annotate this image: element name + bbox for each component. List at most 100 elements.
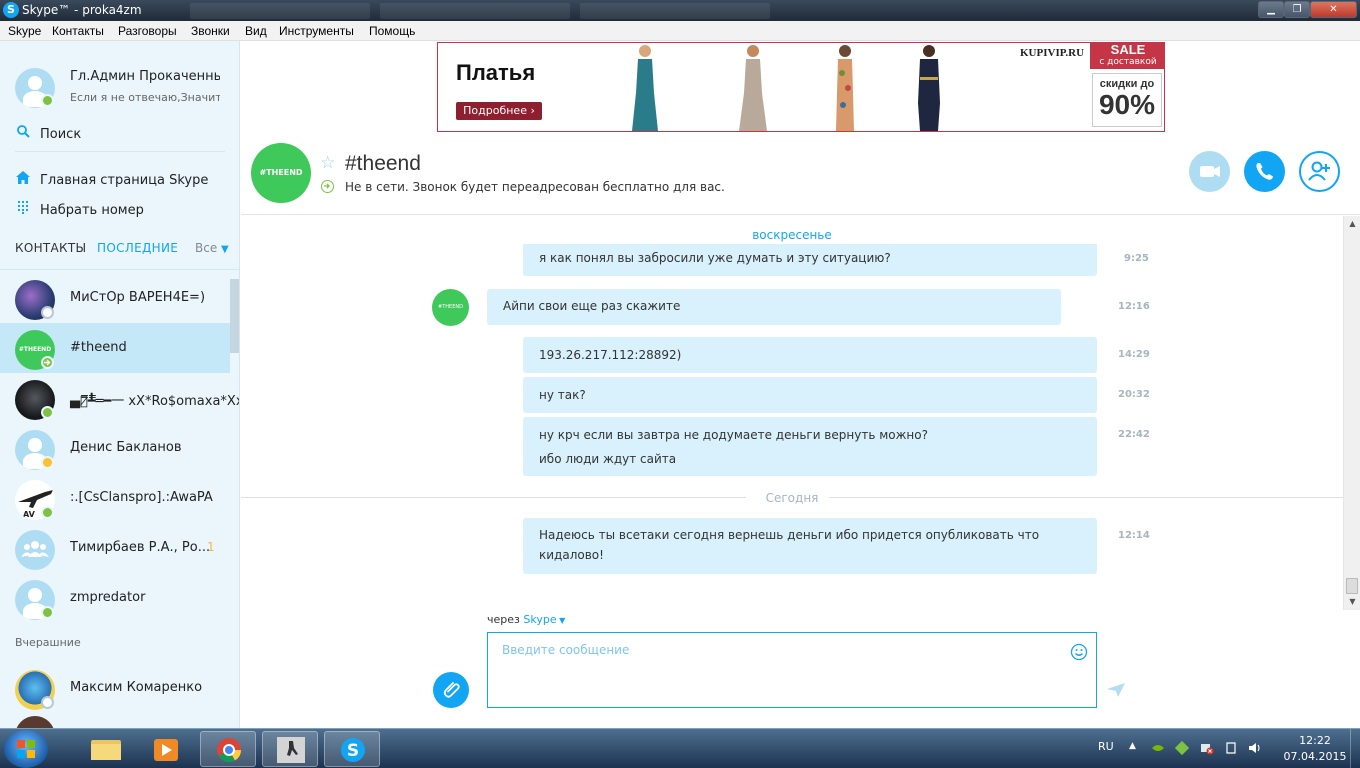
ad-more-button[interactable]: Подробнее › <box>456 102 542 120</box>
scroll-up-icon[interactable]: ▲ <box>1344 216 1360 232</box>
contact-avatar <box>15 716 55 728</box>
attach-button[interactable] <box>433 672 469 708</box>
message-text: 193.26.217.112:28892) <box>539 348 682 362</box>
language-indicator[interactable]: RU <box>1098 740 1114 753</box>
maximize-button[interactable]: ❐ <box>1284 1 1310 18</box>
action-center-icon[interactable] <box>1224 741 1238 755</box>
contact-item[interactable]: Денис Бакланов <box>0 423 230 473</box>
menu-view[interactable]: Вид <box>245 24 267 38</box>
close-button[interactable]: ✕ <box>1310 1 1357 18</box>
message-bubble[interactable]: ну крч если вы завтра не додумаете деньг… <box>523 417 1097 476</box>
clock-date[interactable]: 07.04.2015 <box>1280 750 1350 763</box>
video-call-button[interactable] <box>1189 151 1230 192</box>
contacts-scrollbar[interactable] <box>230 279 239 353</box>
message-bubble[interactable]: Надеюсь ты всетаки сегодня вернешь деньг… <box>523 518 1097 574</box>
send-icon[interactable] <box>1106 682 1126 698</box>
sender-avatar[interactable]: #THEEND <box>432 289 469 326</box>
call-forwarding-icon <box>41 356 54 369</box>
search-link[interactable]: Поиск <box>15 125 81 142</box>
filter-label: Все <box>195 241 218 255</box>
background-window-tab <box>580 3 770 19</box>
menu-contacts[interactable]: Контакты <box>52 24 104 38</box>
online-status-icon <box>41 606 54 619</box>
contact-item[interactable]: МиСтОр ВАРЕН4Е=) <box>0 273 230 323</box>
dial-link[interactable]: Набрать номер <box>15 201 144 218</box>
tab-contacts[interactable]: КОНТАКТЫ <box>15 241 86 255</box>
divider <box>15 151 225 152</box>
menu-calls[interactable]: Звонки <box>191 24 230 38</box>
conversation-header: #THEEND ☆ #theend Не в сети. Звонок буде… <box>241 132 1360 215</box>
contact-item[interactable]: Тимирбаев Р.А., Ро... 1 <box>0 523 230 573</box>
message-bubble[interactable]: 193.26.217.112:28892) <box>523 337 1097 373</box>
menu-conversations[interactable]: Разговоры <box>118 24 177 38</box>
taskbar-counter-strike[interactable] <box>262 731 318 767</box>
scrollbar-thumb[interactable] <box>1346 578 1358 594</box>
message-text: Айпи свои еще раз скажите <box>503 299 681 313</box>
day-separator: Сегодня <box>765 491 819 505</box>
taskbar-skype[interactable]: S <box>324 731 380 767</box>
online-status-icon <box>41 94 54 107</box>
scroll-down-icon[interactable]: ▼ <box>1344 594 1360 610</box>
contact-name: Тимирбаев Р.А., Ро... <box>70 540 211 555</box>
menu-help[interactable]: Помощь <box>369 24 415 38</box>
taskbar-explorer[interactable] <box>78 731 134 767</box>
clock-time[interactable]: 12:22 <box>1280 734 1350 747</box>
conversation-avatar[interactable]: #THEEND <box>251 143 311 203</box>
menu-tools[interactable]: Инструменты <box>279 24 354 38</box>
contact-name: ▄︻̷̿┻̿═━一 xX*Ro$omaxa*Xx• <box>70 394 240 409</box>
message-bubble[interactable]: я как понял вы забросили уже думать и эт… <box>523 244 1097 276</box>
title-bar: S Skype™ - proka4zm ▁ ❐ ✕ <box>0 0 1360 21</box>
message-time: 14:29 <box>1118 349 1150 360</box>
message-bubble[interactable]: ну так? <box>523 377 1097 413</box>
dress-image <box>632 45 658 131</box>
message-compose-box[interactable] <box>487 632 1097 708</box>
contact-item[interactable]: zmpredator <box>0 573 230 623</box>
chrome-icon <box>217 738 241 763</box>
message-text: Надеюсь ты всетаки сегодня вернешь деньг… <box>539 528 1040 542</box>
security-icon[interactable] <box>1175 741 1189 755</box>
window-title: Skype™ - proka4zm <box>22 3 142 17</box>
menu-skype[interactable]: Skype <box>8 24 41 38</box>
contact-item[interactable]: Максим Комаренко <box>0 663 230 713</box>
show-desktop-button[interactable] <box>1350 729 1360 768</box>
chevron-down-icon: ▼ <box>221 244 229 255</box>
skype-logo-icon: S <box>3 2 19 18</box>
ad-discount-box: скидки до 90% <box>1092 73 1162 127</box>
contact-item[interactable]: ▄︻̷̿┻̿═━一 xX*Ro$omaxa*Xx• <box>0 373 239 423</box>
contact-item[interactable]: AV :.[CsClanspro].:AwaPA <box>0 473 230 523</box>
message-time: 12:14 <box>1118 530 1150 541</box>
conversation-title: #theend <box>345 152 421 175</box>
emoticon-icon[interactable] <box>1070 643 1088 661</box>
minimize-button[interactable]: ▁ <box>1258 1 1284 18</box>
nvidia-icon[interactable] <box>1151 741 1165 755</box>
ad-banner[interactable]: Платья Подробнее › KUPIVIP.RU SALE с дос… <box>437 42 1165 132</box>
online-status-icon <box>41 506 54 519</box>
send-via-selector[interactable]: через Skype ▼ <box>487 613 565 626</box>
start-button[interactable] <box>4 730 48 768</box>
filter-dropdown[interactable]: Все ▼ <box>195 241 229 255</box>
search-icon <box>15 125 31 142</box>
contact-item[interactable]: #THEEND #theend <box>0 323 230 373</box>
taskbar-chrome[interactable] <box>200 731 256 767</box>
show-hidden-icons[interactable]: ▲ <box>1129 741 1136 751</box>
network-error-icon[interactable] <box>1200 741 1214 755</box>
home-link[interactable]: Главная страница Skype <box>15 171 208 188</box>
menu-bar: Skype Контакты Разговоры Звонки Вид Инст… <box>0 21 1360 41</box>
group-avatar <box>15 530 55 570</box>
message-bubble[interactable]: Айпи свои еще раз скажите <box>487 289 1061 325</box>
message-scrollbar[interactable]: ▲ ▼ <box>1343 216 1360 610</box>
message-input[interactable] <box>502 643 1042 657</box>
favorite-star-icon[interactable]: ☆ <box>320 153 335 173</box>
svg-text:AV: AV <box>23 510 36 519</box>
audio-call-button[interactable] <box>1244 151 1285 192</box>
profile-name[interactable]: Гл.Админ Прокаченны... <box>70 69 220 84</box>
add-participant-button[interactable] <box>1299 151 1340 192</box>
volume-icon[interactable] <box>1248 741 1262 755</box>
taskbar-media-player[interactable] <box>138 731 194 767</box>
message-text: ну крч если вы завтра не додумаете деньг… <box>539 428 928 442</box>
profile-mood[interactable]: Если я не отвечаю,Значит... <box>70 91 220 104</box>
message-time: 20:32 <box>1118 389 1150 400</box>
tab-recent[interactable]: ПОСЛЕДНИЕ <box>97 241 178 255</box>
sale-subtext: с доставкой <box>1099 57 1157 67</box>
offline-status-icon <box>41 306 54 319</box>
